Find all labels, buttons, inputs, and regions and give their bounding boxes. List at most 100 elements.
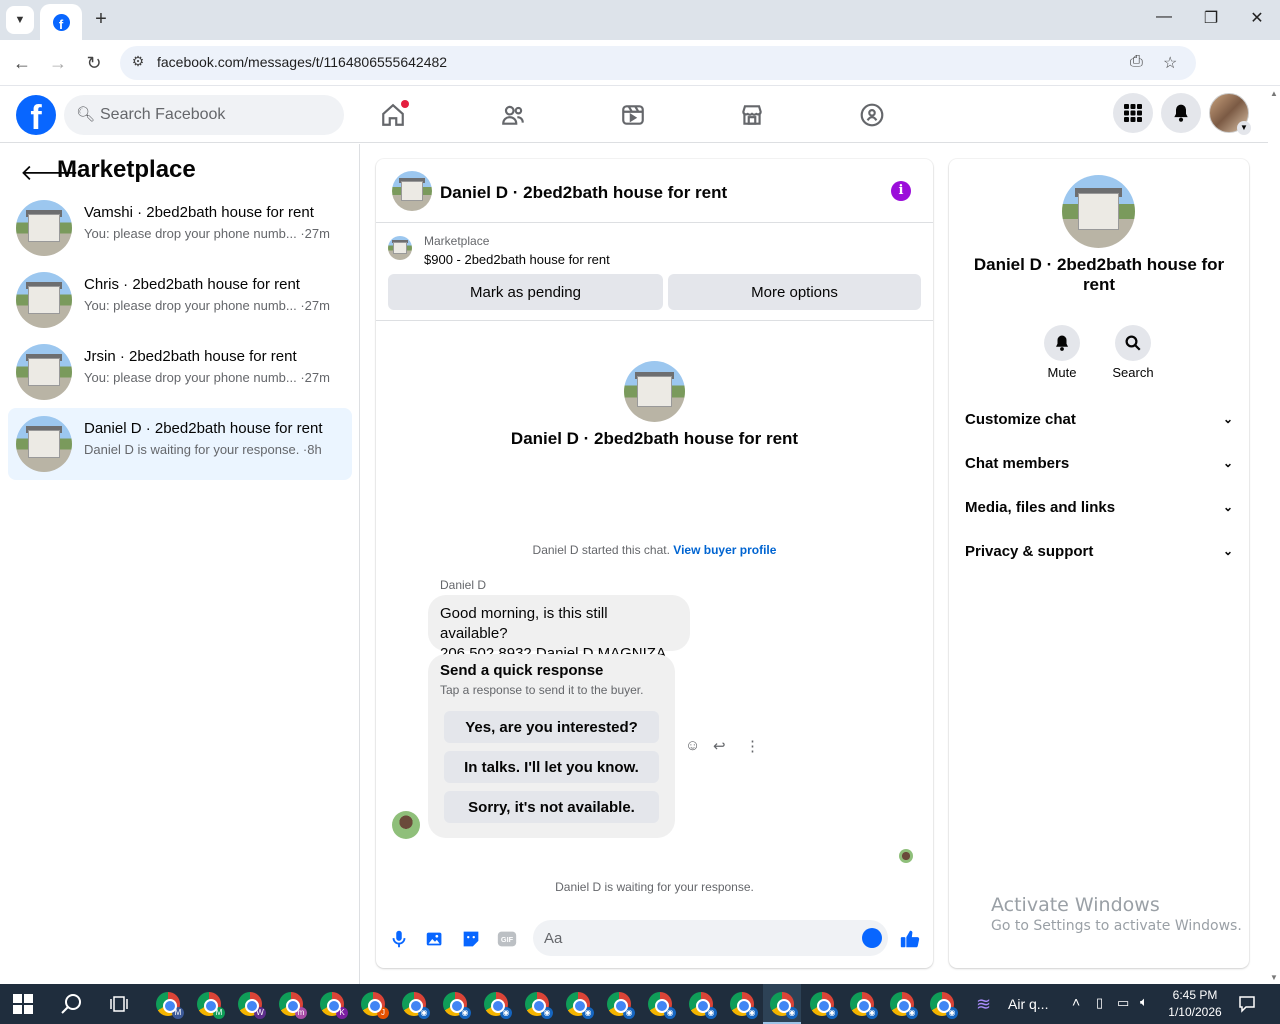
groups-icon[interactable]: [858, 101, 886, 129]
conversation-item[interactable]: Vamshi · 2bed2bath house for rent You: p…: [8, 192, 352, 264]
chrome-profile-icon[interactable]: ◉: [525, 992, 553, 1019]
account-avatar[interactable]: ▼: [1209, 93, 1251, 135]
browser-tab-facebook[interactable]: f: [40, 4, 82, 40]
info-icon[interactable]: i: [891, 181, 911, 201]
reply-icon[interactable]: ↩: [713, 737, 726, 755]
conversation-item[interactable]: Chris · 2bed2bath house for rent You: pl…: [8, 264, 352, 336]
more-actions-icon[interactable]: ⋮: [745, 737, 760, 755]
forward-button[interactable]: →: [47, 52, 69, 74]
system-tray: ˄ ▯ ▭ 🔈︎: [1070, 984, 1160, 1024]
message-composer: GIF Aa: [376, 914, 933, 962]
chat-title[interactable]: Daniel D · 2bed2bath house for rent: [440, 183, 727, 203]
react-emoji-icon[interactable]: ☺: [685, 737, 700, 754]
chrome-profile-icon[interactable]: W: [238, 992, 266, 1019]
chat-members-section[interactable]: Chat members ⌄: [965, 455, 1233, 475]
chrome-profile-icon[interactable]: m: [279, 992, 307, 1019]
quick-response-button[interactable]: Sorry, it's not available.: [444, 791, 659, 823]
sticker-icon[interactable]: [460, 928, 482, 950]
chrome-profile-icon[interactable]: ◉: [890, 992, 918, 1019]
scroll-up-icon[interactable]: ▲: [1270, 89, 1278, 98]
address-bar[interactable]: ⚙ facebook.com/messages/t/11648065556424…: [120, 46, 1196, 80]
quick-response-button[interactable]: In talks. I'll let you know.: [444, 751, 659, 783]
friends-icon[interactable]: [499, 101, 527, 129]
air-quality-widget[interactable]: ≋ Air q...: [976, 984, 1056, 1024]
search-in-chat-button[interactable]: [1115, 325, 1151, 361]
chrome-profile-icon[interactable]: ◉: [607, 992, 635, 1019]
chrome-profile-icon[interactable]: ◉: [443, 992, 471, 1019]
conversation-item-active[interactable]: Daniel D · 2bed2bath house for rent Dani…: [8, 408, 352, 480]
notification-center-icon[interactable]: [1238, 984, 1258, 1024]
chrome-profile-icon[interactable]: ◉: [730, 992, 758, 1019]
conversation-item[interactable]: Jrsin · 2bed2bath house for rent You: pl…: [8, 336, 352, 408]
chrome-profile-icon[interactable]: ◉: [402, 992, 430, 1019]
quick-response-button[interactable]: Yes, are you interested?: [444, 711, 659, 743]
notifications-bell-icon[interactable]: [1161, 93, 1201, 133]
listing-thumbnail[interactable]: [388, 236, 412, 260]
privacy-support-section[interactable]: Privacy & support ⌄: [965, 543, 1233, 563]
chevron-up-icon[interactable]: ˄: [1072, 994, 1080, 1010]
chevron-down-icon: ⌄: [1222, 544, 1233, 558]
thumbs-up-icon[interactable]: [899, 928, 921, 950]
chrome-profile-icon[interactable]: ◉: [566, 992, 594, 1019]
quick-response-card: Send a quick response Tap a response to …: [428, 654, 675, 838]
chat-avatar[interactable]: [392, 171, 432, 211]
message-bubble[interactable]: Good morning, is this still available? 2…: [428, 595, 690, 682]
chat-profile-image: [624, 361, 685, 422]
task-view-icon[interactable]: [108, 992, 132, 1016]
back-button[interactable]: ←: [11, 52, 33, 74]
mute-button[interactable]: [1044, 325, 1080, 361]
volume-icon[interactable]: 🔈︎: [1140, 994, 1148, 1010]
customize-chat-section[interactable]: Customize chat ⌄: [965, 411, 1233, 431]
video-icon[interactable]: [619, 101, 647, 129]
minimize-button[interactable]: —: [1149, 8, 1179, 26]
sender-avatar[interactable]: [392, 811, 420, 839]
view-buyer-profile-link[interactable]: View buyer profile: [673, 543, 776, 557]
restore-button[interactable]: ❐: [1196, 8, 1226, 28]
waiting-notice: Daniel D is waiting for your response.: [555, 880, 754, 894]
url-text: facebook.com/messages/t/1164806555642482: [157, 54, 448, 70]
photo-icon[interactable]: [424, 928, 446, 950]
more-options-button[interactable]: More options: [668, 274, 921, 310]
listing-price-title[interactable]: $900 - 2bed2bath house for rent: [424, 252, 610, 267]
new-tab-button[interactable]: +: [90, 8, 112, 30]
install-app-icon[interactable]: ⎙: [1130, 53, 1143, 71]
marketplace-icon[interactable]: [738, 101, 766, 129]
search-label: Search: [1112, 365, 1154, 380]
chrome-profile-icon[interactable]: ◉: [850, 992, 878, 1019]
page-scrollbar[interactable]: ▲ ▼: [1268, 87, 1280, 984]
chrome-profile-icon[interactable]: ◉: [770, 992, 798, 1019]
mark-as-pending-button[interactable]: Mark as pending: [388, 274, 663, 310]
scroll-down-icon[interactable]: ▼: [1270, 973, 1278, 982]
chrome-profile-icon[interactable]: ◉: [648, 992, 676, 1019]
chat-intro-name: Daniel D · 2bed2bath house for rent: [510, 429, 799, 448]
site-info-icon[interactable]: ⚙: [128, 53, 148, 73]
facebook-logo[interactable]: f: [16, 95, 56, 135]
chrome-profile-icon[interactable]: K: [320, 992, 348, 1019]
chrome-profile-icon[interactable]: ◉: [484, 992, 512, 1019]
chrome-profile-icon[interactable]: ◉: [810, 992, 838, 1019]
chrome-profile-icon[interactable]: ◉: [930, 992, 958, 1019]
gif-icon[interactable]: GIF: [496, 928, 518, 950]
emoji-icon[interactable]: [862, 928, 882, 948]
chrome-profile-icon[interactable]: M: [156, 992, 184, 1019]
marketplace-listing-bar: Marketplace $900 - 2bed2bath house for r…: [376, 223, 933, 321]
search-input[interactable]: 🔍︎ Search Facebook: [64, 95, 344, 135]
battery-icon[interactable]: ▯: [1096, 995, 1103, 1011]
microphone-icon[interactable]: [388, 928, 410, 950]
network-icon[interactable]: ▭: [1117, 995, 1129, 1011]
mute-label: Mute: [1047, 365, 1077, 380]
chrome-profile-icon[interactable]: ◉: [689, 992, 717, 1019]
windows-start-icon[interactable]: [13, 994, 33, 1014]
chrome-profile-icon[interactable]: J: [361, 992, 389, 1019]
search-icon[interactable]: [60, 992, 84, 1016]
message-input[interactable]: Aa: [533, 920, 888, 956]
bookmark-star-icon[interactable]: ☆: [1163, 53, 1177, 73]
chrome-profile-icon[interactable]: M: [197, 992, 225, 1019]
reload-button[interactable]: ↻: [83, 52, 105, 74]
clock[interactable]: 6:45 PM 1/10/2026: [1160, 984, 1230, 1024]
menu-grid-icon[interactable]: [1113, 93, 1153, 133]
conversation-title: Daniel D · 2bed2bath house for rent: [84, 420, 323, 437]
media-files-links-section[interactable]: Media, files and links ⌄: [965, 499, 1233, 519]
tab-search-button[interactable]: ▼: [6, 6, 34, 34]
close-window-button[interactable]: ✕: [1242, 8, 1272, 28]
